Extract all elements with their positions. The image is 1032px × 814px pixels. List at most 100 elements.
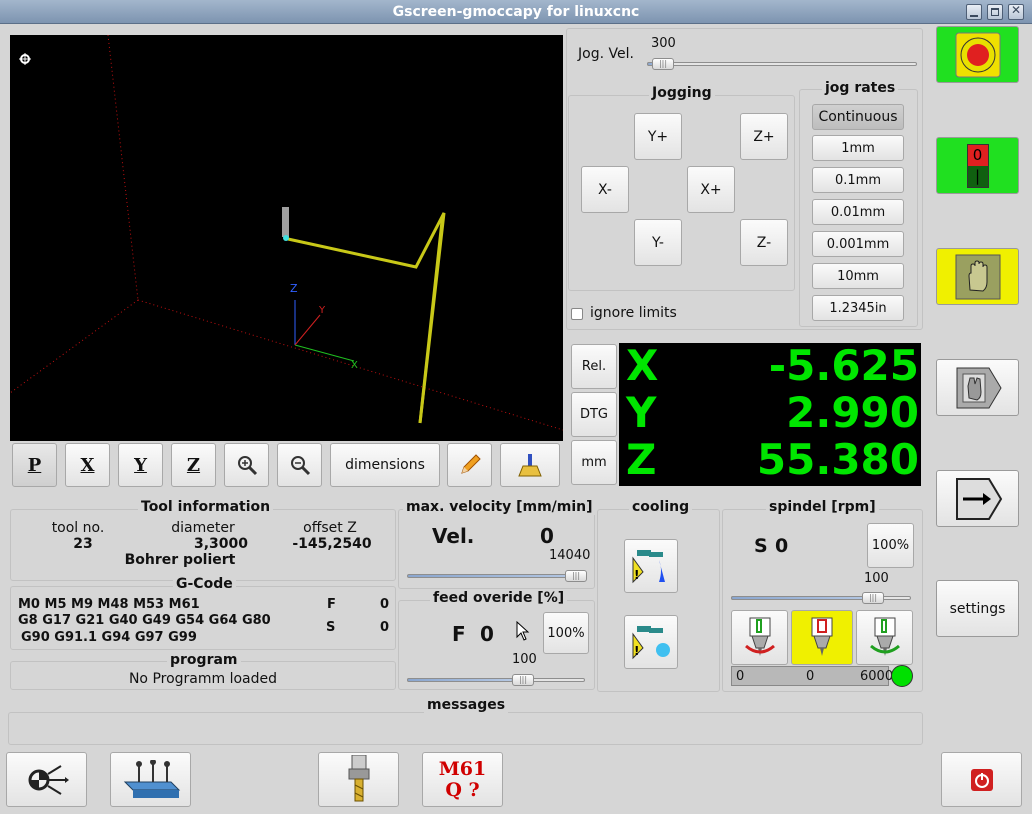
view-z-button[interactable]: Z	[171, 443, 216, 487]
estop-button[interactable]	[936, 26, 1019, 83]
jog-x-minus-button[interactable]: X-	[581, 166, 629, 213]
mist-icon: !	[632, 550, 665, 584]
jog-y-minus-button[interactable]: Y-	[634, 219, 682, 266]
maximize-button[interactable]	[987, 4, 1003, 20]
manual-hand-button[interactable]	[936, 248, 1019, 305]
flood-button[interactable]: !	[624, 615, 678, 669]
velocity-label: Vel.	[432, 524, 475, 548]
mist-button[interactable]: !	[624, 539, 678, 593]
dro-rel-button[interactable]: Rel.	[571, 344, 617, 389]
broom-icon	[518, 454, 542, 477]
auto-hand-icon	[956, 367, 1002, 408]
power-off-label: 0	[967, 144, 988, 166]
ignore-limits-label: ignore limits	[590, 305, 677, 321]
feed-title: feed overide [%]	[430, 590, 568, 606]
jog-z-minus-button[interactable]: Z-	[740, 219, 788, 266]
svg-text:!: !	[634, 644, 639, 658]
cursor-icon	[516, 621, 530, 641]
velocity-value: 0	[540, 524, 554, 548]
spindle-ccw-icon	[744, 617, 775, 656]
gcode-preview-plot[interactable]: Z X Y	[10, 35, 563, 441]
view-p-button[interactable]: P	[12, 443, 57, 487]
rate-continuous-button[interactable]: Continuous	[812, 104, 904, 130]
jog-x-plus-button[interactable]: X+	[687, 166, 735, 213]
rate-0-001mm-button[interactable]: 0.001mm	[812, 231, 904, 257]
emergency-stop-icon	[955, 32, 1000, 77]
minimize-button[interactable]	[966, 4, 982, 20]
jog-y-plus-button[interactable]: Y+	[634, 113, 682, 160]
offset-z-value: -145,2540	[292, 536, 372, 552]
rate-1-2345in-button[interactable]: 1.2345in	[812, 295, 904, 321]
exit-button[interactable]	[941, 752, 1022, 807]
next-page-button[interactable]	[936, 470, 1019, 527]
x-axis-line	[294, 344, 355, 362]
axis-label-x: X	[351, 360, 358, 371]
jog-vel-slider[interactable]	[647, 62, 917, 66]
feed-reset-button[interactable]: 100%	[543, 612, 589, 654]
m61-label: M61	[438, 757, 487, 780]
settings-button[interactable]: settings	[936, 580, 1019, 637]
m61-q-label: Q ?	[445, 778, 480, 801]
clear-plot-button[interactable]	[500, 443, 560, 487]
jog-z-plus-button[interactable]: Z+	[740, 113, 788, 160]
spindle-knob[interactable]: |||	[862, 592, 884, 604]
tool-name: Bohrer poliert	[124, 552, 236, 568]
dro-z-value: 55.380	[756, 435, 919, 484]
jog-vel-knob[interactable]: |||	[652, 58, 674, 70]
close-window-button[interactable]: ✕	[1008, 3, 1024, 20]
zoom-out-icon	[290, 456, 310, 476]
dro-units-button[interactable]: mm	[571, 440, 617, 485]
spindle-reset-button[interactable]: 100%	[867, 523, 914, 568]
m61-button[interactable]: M61 Q ?	[422, 752, 503, 807]
spindle-ccw-button[interactable]	[731, 610, 788, 665]
dro-dtg-button[interactable]: DTG	[571, 392, 617, 437]
zoom-in-button[interactable]	[224, 443, 269, 487]
jog-vel-label: Jog. Vel.	[578, 46, 634, 62]
gcode-title: G-Code	[173, 576, 236, 592]
program-status: No Programm loaded	[128, 671, 278, 687]
view-x-button[interactable]: X	[65, 443, 110, 487]
view-y-button[interactable]: Y	[118, 443, 163, 487]
spindle-s-value: 0	[775, 535, 789, 557]
dro-x-letter: X	[626, 341, 659, 390]
axis-label-z: Z	[290, 282, 298, 295]
feed-slider-fill	[407, 678, 513, 682]
power-toggle-icon: 0 |	[966, 143, 989, 188]
drill-tool-icon	[348, 754, 369, 801]
zoom-out-button[interactable]	[277, 443, 322, 487]
manual-mode-button[interactable]	[6, 752, 87, 807]
spindle-bar-min: 0	[736, 669, 745, 684]
gcode-s-label: S	[326, 620, 336, 635]
mdi-mode-button[interactable]	[110, 752, 191, 807]
auto-mode-button[interactable]	[936, 359, 1019, 416]
zoom-in-icon	[237, 456, 257, 476]
gcode-line: M0 M5 M9 M48 M53 M61	[18, 597, 200, 612]
dro-display: X -5.625 Y 2.990 Z 55.380	[619, 341, 921, 486]
spindle-stop-button[interactable]	[791, 610, 853, 665]
ignore-limits-checkbox[interactable]	[571, 308, 583, 320]
jog-vel-value: 300	[651, 36, 676, 51]
axis-label-y: Y	[318, 305, 326, 316]
rate-10mm-button[interactable]: 10mm	[812, 263, 904, 289]
power-off-icon	[970, 768, 993, 791]
edit-button[interactable]	[447, 443, 492, 487]
velocity-knob[interactable]: |||	[565, 570, 587, 582]
spindle-cw-button[interactable]	[856, 610, 913, 665]
spindle-bar-value: 0	[806, 669, 815, 684]
messages-title: messages	[424, 697, 509, 713]
rate-0-1mm-button[interactable]: 0.1mm	[812, 167, 904, 193]
spindle-slider-fill	[731, 596, 876, 600]
tool-change-button[interactable]	[318, 752, 399, 807]
tool-no-value: 23	[73, 536, 93, 552]
velocity-slider[interactable]	[407, 574, 585, 578]
rate-0-01mm-button[interactable]: 0.01mm	[812, 199, 904, 225]
dro-z-letter: Z	[626, 435, 657, 484]
rate-1mm-button[interactable]: 1mm	[812, 135, 904, 161]
machine-power-button[interactable]: 0 |	[936, 137, 1019, 194]
feed-knob[interactable]: |||	[512, 674, 534, 686]
dimensions-button[interactable]: dimensions	[330, 443, 440, 487]
diameter-header: diameter	[171, 520, 235, 536]
cooling-title: cooling	[629, 499, 693, 515]
view-z-icon: Z	[186, 454, 201, 476]
gcode-line: G8 G17 G21 G40 G49 G54 G64 G80	[18, 613, 271, 628]
